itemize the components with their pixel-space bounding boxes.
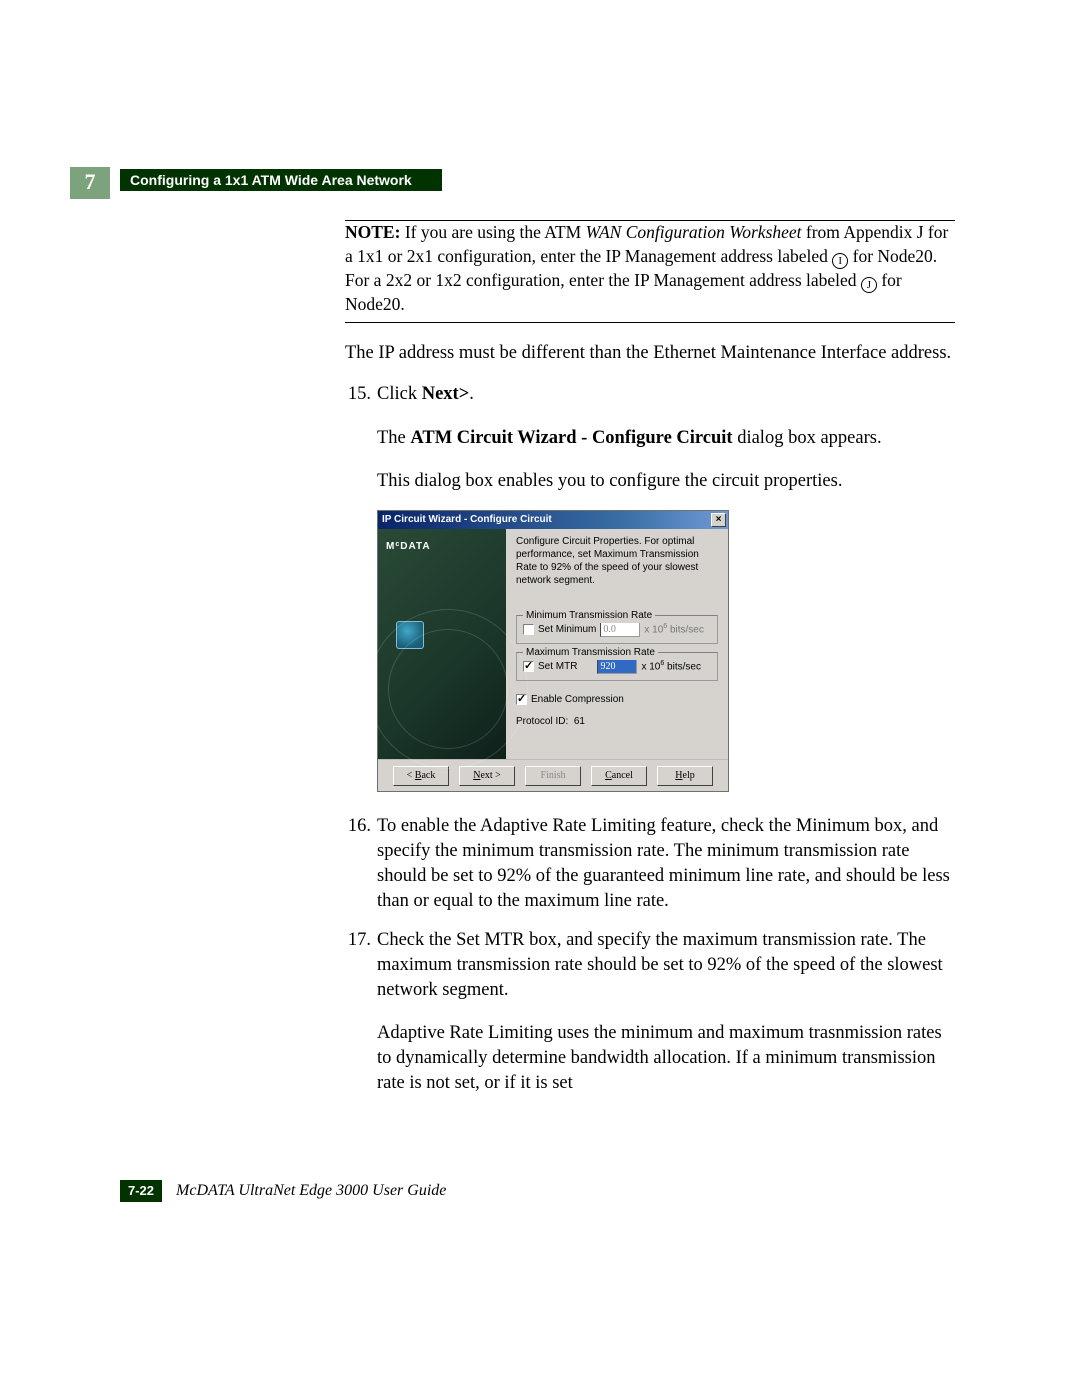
max-rate-group: Maximum Transmission Rate Set MTR 920 x … bbox=[516, 652, 718, 681]
min-rate-legend: Minimum Transmission Rate bbox=[523, 609, 655, 623]
mtr-input[interactable]: 920 bbox=[597, 659, 637, 674]
section-title: Configuring a 1x1 ATM Wide Area Network bbox=[120, 169, 442, 191]
note-text-1a: If you are using the ATM bbox=[400, 222, 585, 242]
step-15-hint: This dialog box enables you to configure… bbox=[377, 469, 955, 494]
note-text-1c: for Node20. bbox=[848, 246, 937, 266]
note-block: NOTE: If you are using the ATM WAN Confi… bbox=[345, 220, 955, 323]
step-17: 17. Check the Set MTR box, and specify t… bbox=[345, 928, 955, 1003]
step-number: 16. bbox=[345, 814, 371, 914]
dialog-titlebar: IP Circuit Wizard - Configure Circuit × bbox=[378, 511, 728, 529]
max-rate-legend: Maximum Transmission Rate bbox=[523, 646, 658, 660]
ip-address-paragraph: The IP address must be different than th… bbox=[345, 341, 955, 366]
mcdata-logo: McDATA bbox=[378, 529, 506, 564]
close-icon[interactable]: × bbox=[711, 513, 726, 527]
step-15-pre: Click bbox=[377, 384, 422, 404]
finish-button[interactable]: Finish bbox=[525, 766, 581, 786]
circle-i-marker: I bbox=[832, 253, 848, 269]
step-15: 15. Click Next>. bbox=[345, 382, 955, 407]
set-mtr-label: Set MTR bbox=[538, 660, 577, 674]
min-rate-input[interactable]: 0.0 bbox=[600, 622, 640, 637]
set-minimum-checkbox[interactable] bbox=[523, 624, 534, 635]
step-15-bold: Next> bbox=[422, 384, 470, 404]
min-rate-unit: x 106 bits/sec bbox=[644, 622, 704, 637]
next-button[interactable]: Next > bbox=[459, 766, 515, 786]
page-number: 7-22 bbox=[120, 1180, 162, 1202]
step-15-result: The ATM Circuit Wizard - Configure Circu… bbox=[377, 426, 955, 451]
protocol-id-row: Protocol ID: 61 bbox=[516, 715, 718, 729]
note-prefix: NOTE: bbox=[345, 222, 400, 242]
page-header: 7 Configuring a 1x1 ATM Wide Area Networ… bbox=[70, 167, 956, 199]
max-rate-unit: x 106 bits/sec bbox=[641, 659, 701, 674]
dialog-main: Configure Circuit Properties. For optima… bbox=[506, 529, 728, 759]
step-number: 15. bbox=[345, 382, 371, 407]
step-16: 16. To enable the Adaptive Rate Limiting… bbox=[345, 814, 955, 914]
guide-title: McDATA UltraNet Edge 3000 User Guide bbox=[176, 1182, 446, 1200]
dialog-title: IP Circuit Wizard - Configure Circuit bbox=[382, 513, 711, 527]
help-button[interactable]: Help bbox=[657, 766, 713, 786]
step-17-text: Check the Set MTR box, and specify the m… bbox=[377, 928, 955, 1003]
note-italic: WAN Configuration Worksheet bbox=[586, 222, 802, 242]
step-17-continued: Adaptive Rate Limiting uses the minimum … bbox=[377, 1021, 955, 1096]
enable-compression-checkbox[interactable] bbox=[516, 694, 527, 705]
dialog-figure: IP Circuit Wizard - Configure Circuit × … bbox=[377, 510, 729, 792]
dialog-sidebar: McDATA bbox=[378, 529, 506, 759]
min-rate-group: Minimum Transmission Rate Set Minimum 0.… bbox=[516, 615, 718, 644]
step-number: 17. bbox=[345, 928, 371, 1003]
enable-compression-label: Enable Compression bbox=[531, 693, 624, 707]
cancel-button[interactable]: Cancel bbox=[591, 766, 647, 786]
chapter-number: 7 bbox=[70, 167, 110, 199]
step-15-post: . bbox=[469, 384, 474, 404]
dialog-instructions: Configure Circuit Properties. For optima… bbox=[516, 535, 718, 587]
step-16-text: To enable the Adaptive Rate Limiting fea… bbox=[377, 814, 955, 914]
content-column: NOTE: If you are using the ATM WAN Confi… bbox=[345, 220, 955, 1112]
set-minimum-label: Set Minimum bbox=[538, 623, 596, 637]
circle-j-marker: J bbox=[861, 277, 877, 293]
note-text-2a: For a 2x2 or 1x2 configuration, enter th… bbox=[345, 270, 861, 290]
page-footer: 7-22 McDATA UltraNet Edge 3000 User Guid… bbox=[120, 1177, 446, 1205]
set-mtr-checkbox[interactable] bbox=[523, 661, 534, 672]
